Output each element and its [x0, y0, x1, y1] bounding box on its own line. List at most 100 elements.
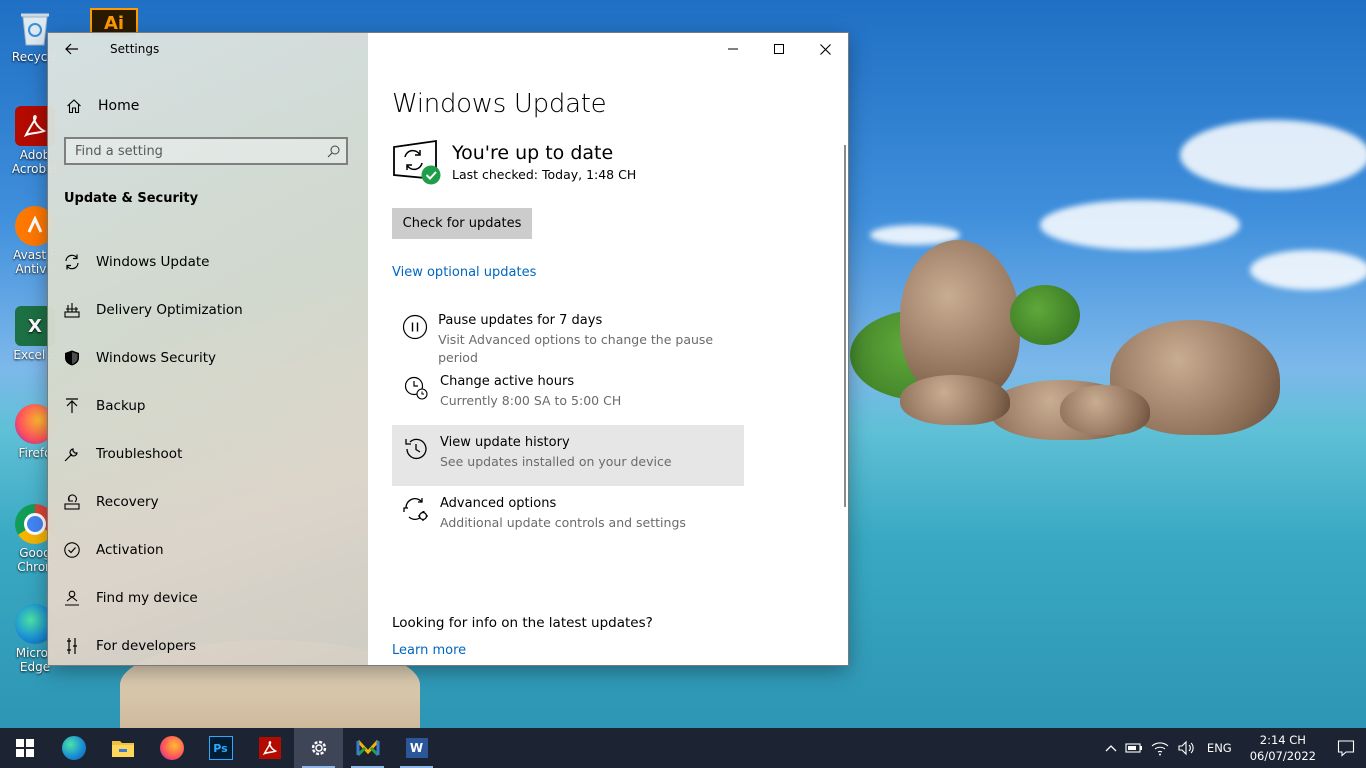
- settings-window: Settings Home Update & Security Windows …: [48, 33, 848, 665]
- sidebar-item-recovery[interactable]: Recovery: [48, 478, 368, 526]
- option-title: Change active hours: [440, 374, 575, 389]
- clock-icon: [392, 373, 440, 401]
- home-icon: [48, 98, 98, 114]
- sidebar-item-windows-security[interactable]: Windows Security: [48, 334, 368, 382]
- speaker-icon: [1178, 740, 1194, 756]
- option-subtitle: Additional update controls and settings: [440, 515, 686, 530]
- rock: [900, 375, 1010, 425]
- sidebar-item-label: For developers: [96, 638, 197, 654]
- sidebar-item-label: Windows Update: [96, 254, 210, 270]
- start-button[interactable]: [0, 728, 49, 768]
- developer-tools-icon: [48, 637, 96, 655]
- battery-icon: [1125, 743, 1142, 753]
- file-explorer-icon: [111, 741, 134, 757]
- option-title: Pause updates for 7 days: [438, 313, 603, 328]
- cloud: [1040, 200, 1240, 250]
- taskbar: Ps W ENG 2:14 CH 06/07/2022: [0, 728, 1366, 768]
- advanced-gear-icon: [392, 495, 440, 523]
- sidebar-item-label: Backup: [96, 398, 146, 414]
- home-link[interactable]: Home: [48, 91, 368, 121]
- language-indicator[interactable]: ENG: [1199, 728, 1240, 768]
- sidebar-item-activation[interactable]: Activation: [48, 526, 368, 574]
- content-scrollbar[interactable]: [844, 145, 846, 507]
- minimize-button[interactable]: [710, 33, 756, 65]
- volume-button[interactable]: [1173, 728, 1199, 768]
- taskbar-file-explorer[interactable]: [98, 728, 147, 768]
- word-icon: W: [405, 738, 428, 758]
- action-center-button[interactable]: [1326, 728, 1366, 768]
- photoshop-icon: Ps: [208, 736, 233, 760]
- sidebar-item-for-developers[interactable]: For developers: [48, 622, 368, 670]
- wifi-icon: [1151, 742, 1169, 756]
- mail-icon: [356, 739, 379, 757]
- sidebar-item-label: Activation: [96, 542, 164, 558]
- check-circle-icon: [48, 541, 96, 559]
- taskbar-edge[interactable]: [49, 728, 98, 768]
- settings-content: Windows Update You're up to date Last ch…: [368, 33, 848, 665]
- backup-arrow-icon: [48, 397, 96, 415]
- sidebar-item-troubleshoot[interactable]: Troubleshoot: [48, 430, 368, 478]
- view-optional-updates-link[interactable]: View optional updates: [392, 265, 536, 280]
- edge-icon: [61, 736, 86, 760]
- palm-tree: [1010, 285, 1080, 345]
- close-button[interactable]: [802, 33, 848, 65]
- search-box[interactable]: [64, 137, 348, 165]
- person-location-icon: [48, 589, 96, 607]
- search-input[interactable]: [66, 142, 320, 160]
- sidebar-item-delivery-optimization[interactable]: Delivery Optimization: [48, 286, 368, 334]
- minimize-icon: [728, 48, 738, 50]
- taskbar-firefox[interactable]: [147, 728, 196, 768]
- notification-icon: [1337, 740, 1355, 757]
- taskbar-mail[interactable]: [343, 728, 392, 768]
- firefox-icon: [159, 736, 184, 760]
- recovery-icon: [48, 493, 96, 511]
- clock[interactable]: 2:14 CH 06/07/2022: [1240, 732, 1326, 764]
- sidebar-item-label: Troubleshoot: [96, 446, 183, 462]
- window-controls: [710, 33, 848, 65]
- sidebar-nav: Windows Update Delivery Optimization Win…: [48, 238, 368, 670]
- option-view-update-history[interactable]: View update history See updates installe…: [392, 425, 744, 486]
- illustrator-icon[interactable]: Ai: [90, 8, 138, 36]
- system-tray: ENG 2:14 CH 06/07/2022: [1101, 728, 1366, 768]
- option-subtitle: Visit Advanced options to change the pau…: [438, 332, 714, 365]
- option-title: View update history: [440, 435, 570, 450]
- page-title: Windows Update: [392, 89, 607, 119]
- sidebar-item-label: Delivery Optimization: [96, 302, 243, 318]
- cloud: [1180, 120, 1366, 190]
- rock: [1060, 385, 1150, 435]
- acrobat-icon: [258, 737, 281, 759]
- search-icon[interactable]: [320, 145, 346, 158]
- status-subtitle: Last checked: Today, 1:48 CH: [452, 167, 637, 182]
- back-button[interactable]: [48, 33, 96, 65]
- check-for-updates-button[interactable]: Check for updates: [392, 208, 532, 239]
- title-bar: Settings: [48, 33, 368, 65]
- taskbar-photoshop[interactable]: Ps: [196, 728, 245, 768]
- clock-time: 2:14 CH: [1259, 733, 1306, 747]
- refresh-icon: [48, 253, 96, 271]
- battery-button[interactable]: [1121, 728, 1147, 768]
- sidebar-item-label: Find my device: [96, 590, 198, 606]
- settings-icon: [311, 740, 326, 756]
- shield-icon: [48, 349, 96, 367]
- show-hidden-icons-button[interactable]: [1101, 728, 1121, 768]
- maximize-icon: [774, 44, 784, 54]
- option-pause-updates[interactable]: Pause updates for 7 days Visit Advanced …: [392, 303, 744, 365]
- pause-icon: [392, 312, 438, 340]
- taskbar-settings[interactable]: [294, 728, 343, 768]
- option-change-active-hours[interactable]: Change active hours Currently 8:00 SA to…: [392, 364, 744, 425]
- option-subtitle: See updates installed on your device: [440, 454, 672, 469]
- sidebar-item-find-my-device[interactable]: Find my device: [48, 574, 368, 622]
- info-question: Looking for info on the latest updates?: [392, 615, 653, 631]
- taskbar-acrobat[interactable]: [245, 728, 294, 768]
- option-title: Advanced options: [440, 496, 557, 511]
- maximize-button[interactable]: [756, 33, 802, 65]
- wrench-icon: [48, 445, 96, 463]
- sidebar-item-backup[interactable]: Backup: [48, 382, 368, 430]
- settings-sidebar: Settings Home Update & Security Windows …: [48, 33, 368, 665]
- sidebar-item-windows-update[interactable]: Windows Update: [48, 238, 368, 286]
- start-icon: [15, 739, 34, 757]
- option-advanced-options[interactable]: Advanced options Additional update contr…: [392, 486, 744, 547]
- taskbar-word[interactable]: W: [392, 728, 441, 768]
- learn-more-link[interactable]: Learn more: [392, 643, 466, 658]
- network-button[interactable]: [1147, 728, 1173, 768]
